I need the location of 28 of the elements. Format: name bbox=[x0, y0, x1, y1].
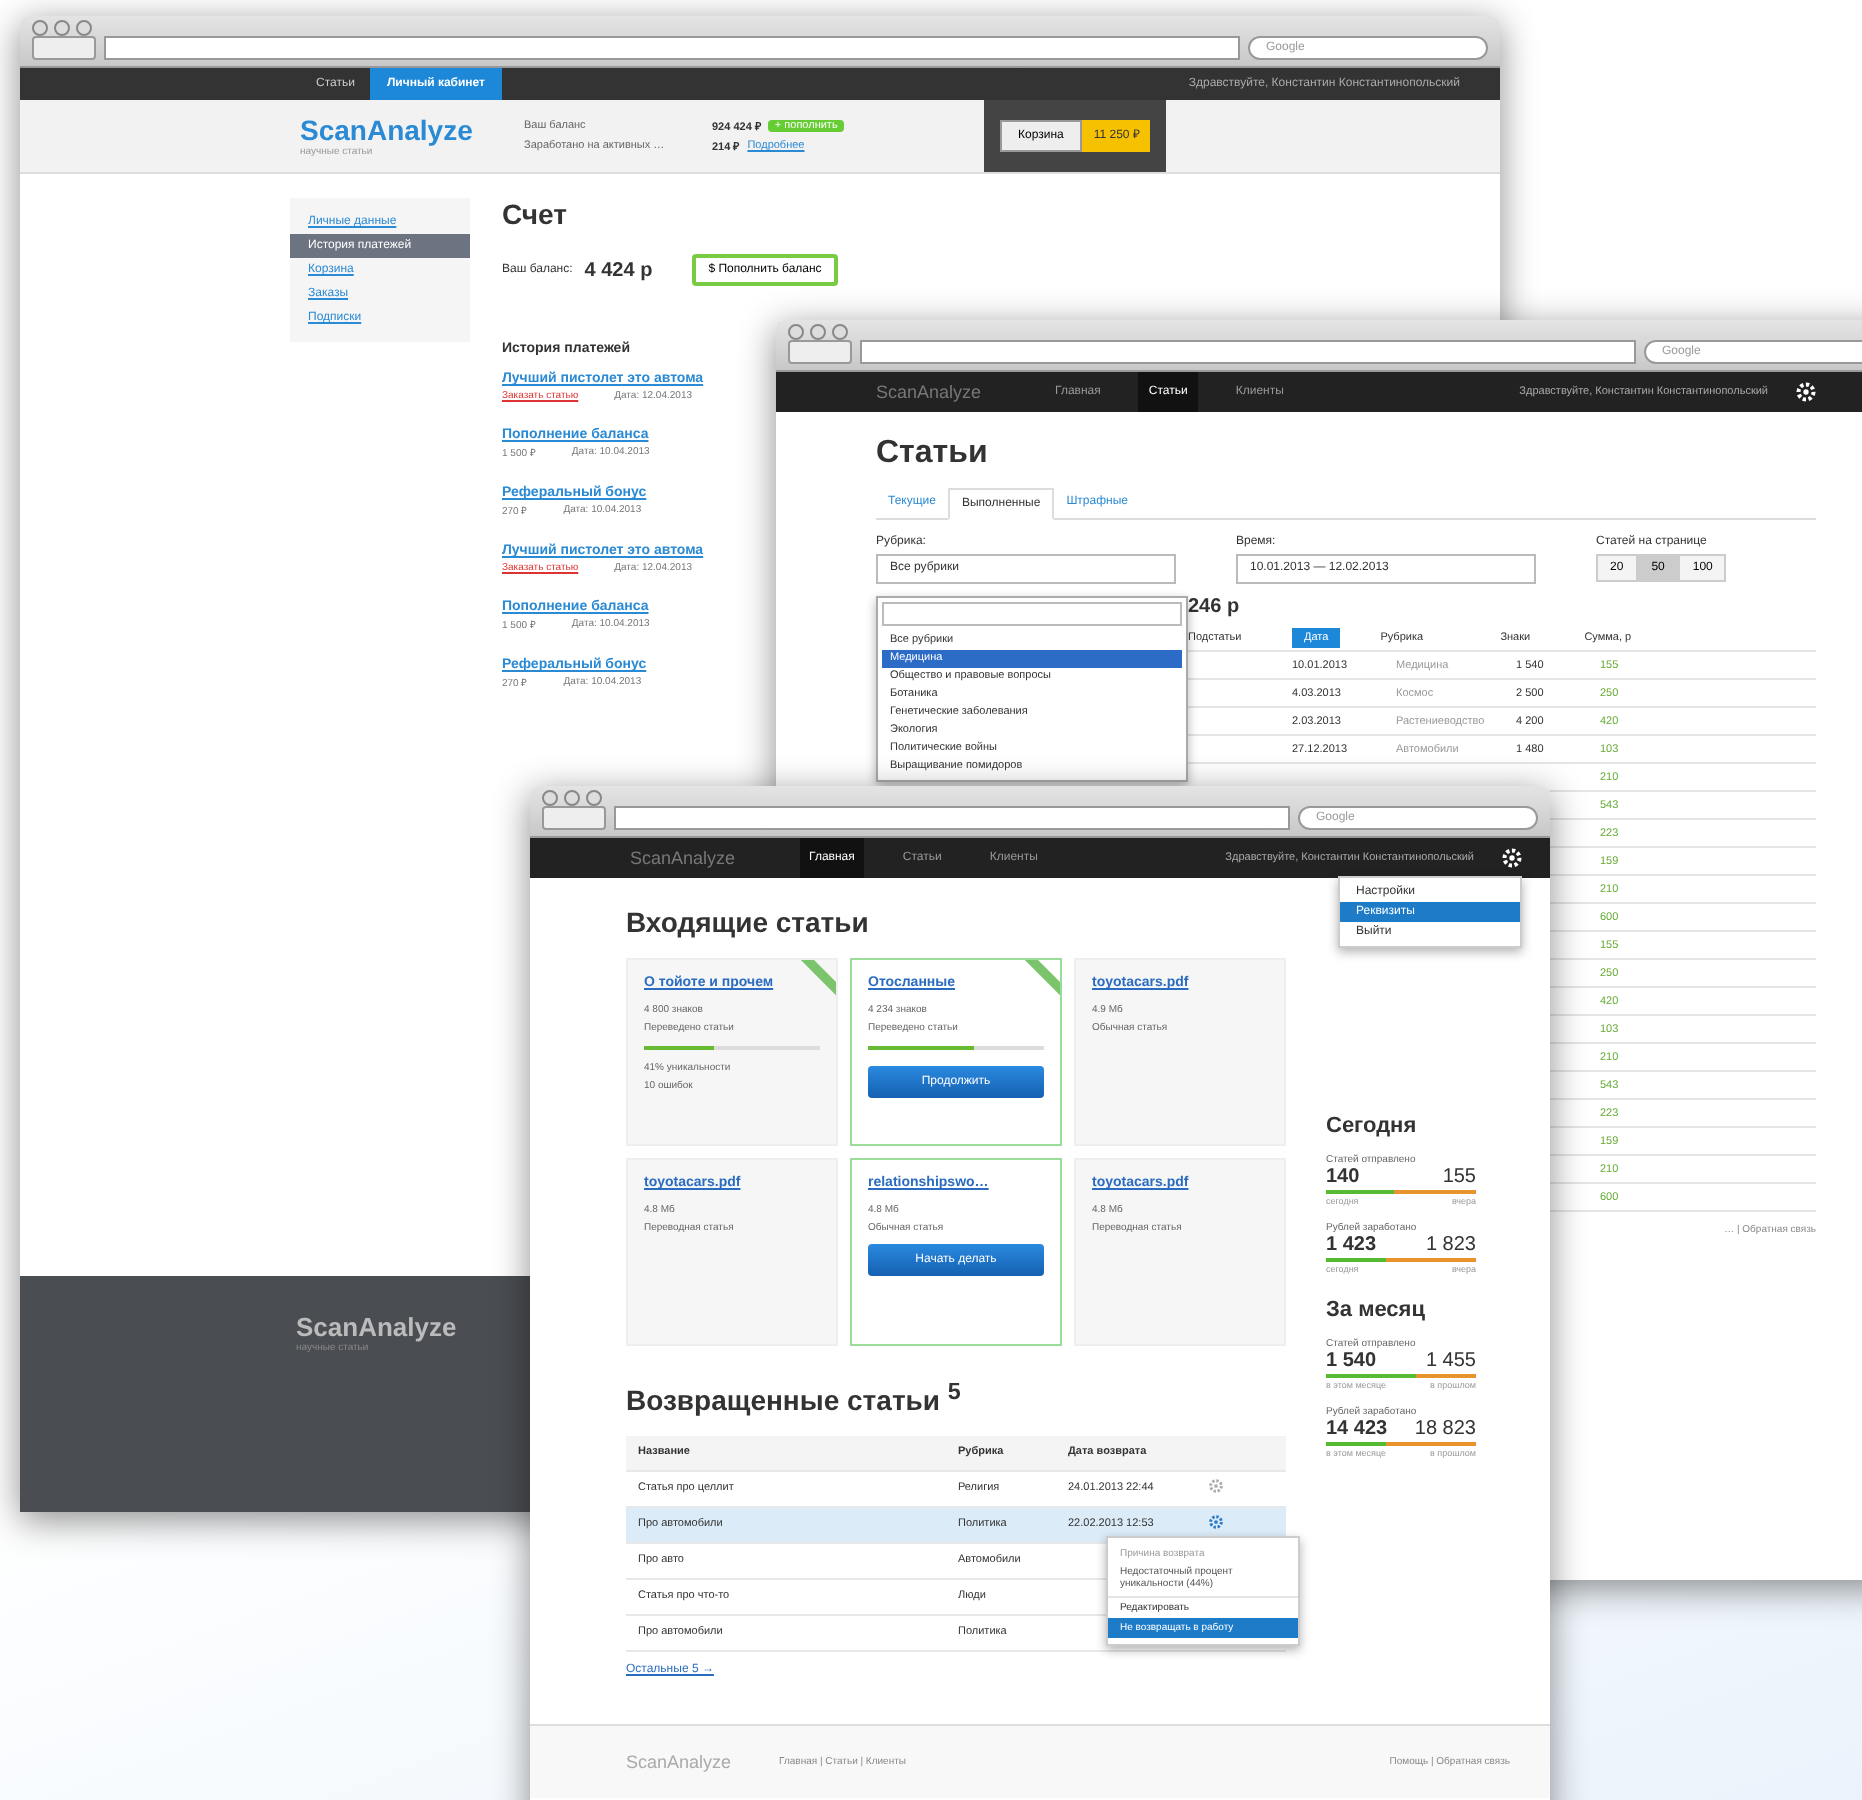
page-title: Счет bbox=[502, 198, 568, 230]
balance-value: 4 424 р bbox=[584, 259, 653, 281]
stat-value: 155 bbox=[1442, 1166, 1476, 1188]
stat-value: 14 423 bbox=[1326, 1418, 1388, 1440]
back-forward-buttons[interactable] bbox=[32, 36, 96, 60]
stats-heading: Сегодня bbox=[1326, 1114, 1419, 1138]
back-forward-buttons[interactable] bbox=[788, 340, 852, 364]
logo[interactable]: ScanAnalyze bbox=[876, 382, 982, 402]
stat-value: 140 bbox=[1326, 1166, 1360, 1188]
page-title: Статьи bbox=[876, 436, 990, 472]
stat-value: 1 823 bbox=[1425, 1234, 1476, 1256]
back-forward-buttons[interactable] bbox=[542, 806, 606, 830]
address-bar[interactable] bbox=[614, 806, 1290, 830]
section-title: Возвращенные статьи $^{5}$ bbox=[626, 1378, 963, 1416]
stat-value: 1 423 bbox=[1326, 1234, 1377, 1256]
stat-value: 1 540 bbox=[1326, 1350, 1377, 1372]
logo[interactable]: ScanAnalyze bbox=[630, 848, 736, 868]
logo[interactable]: ScanAnalyze bbox=[300, 114, 473, 146]
address-bar[interactable] bbox=[860, 340, 1636, 364]
footer-logo: ScanAnalyze bbox=[296, 1312, 457, 1342]
page-title: Входящие статьи bbox=[626, 906, 871, 938]
address-bar[interactable] bbox=[104, 36, 1240, 60]
footer-logo: ScanAnalyze bbox=[626, 1752, 732, 1772]
stat-value: 1 455 bbox=[1425, 1350, 1476, 1372]
search-field[interactable] bbox=[882, 602, 1182, 626]
stat-value: 18 823 bbox=[1414, 1418, 1476, 1440]
total-amount: 246 р bbox=[1188, 596, 1242, 618]
stats-heading: За месяц bbox=[1326, 1298, 1427, 1322]
